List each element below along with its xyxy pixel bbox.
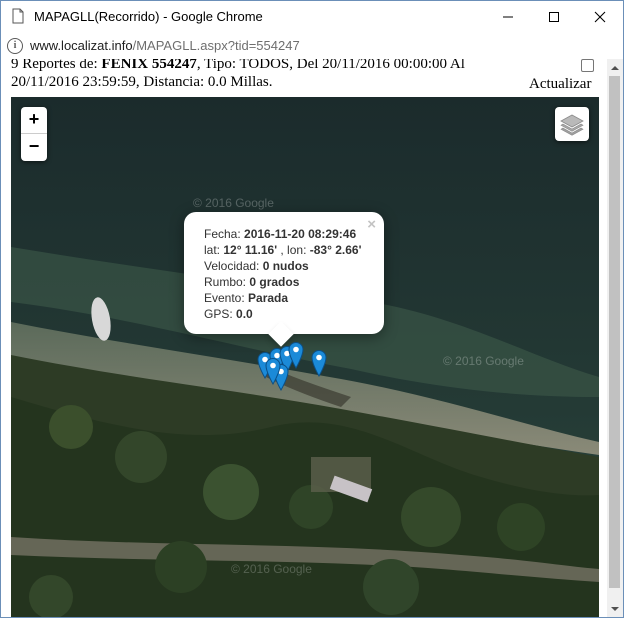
scrollbar-thumb[interactable] [609, 76, 620, 588]
lat-value: 12° 11.16' [223, 243, 278, 257]
map-watermark: © 2016 Google [443, 354, 524, 368]
evento-value: Parada [248, 291, 289, 305]
popup-rumbo: Rumbo: 0 grados [204, 274, 361, 290]
location-popup: × Fecha: 2016-11-20 08:29:46 lat: 12° 11… [184, 212, 384, 347]
maximize-button[interactable] [531, 1, 577, 33]
scroll-up-arrow-icon [611, 65, 619, 70]
report-summary: 9 Reportes de: FENIX 554247, Tipo: TODOS… [11, 59, 516, 91]
browser-window: MAPAGLL(Recorrido) - Google Chrome i www… [0, 0, 624, 618]
popup-evento: Evento: Parada [204, 290, 361, 306]
map-watermark: © 2016 Google [193, 196, 274, 210]
zoom-in-button[interactable]: + [21, 107, 47, 134]
popup-content: Fecha: 2016-11-20 08:29:46 lat: 12° 11.1… [204, 226, 361, 322]
popup-gps: GPS: 0.0 [204, 306, 361, 322]
evento-label: Evento: [204, 291, 249, 305]
minimize-icon [503, 16, 513, 18]
satellite-imagery: © 2016 Google © 2016 Google © 2016 Googl… [11, 97, 599, 617]
location-marker-icon[interactable] [265, 357, 281, 385]
lon-value: -83° 2.66' [309, 243, 362, 257]
scroll-up-button[interactable] [607, 59, 623, 76]
vertical-scrollbar[interactable] [607, 59, 623, 617]
url-path: /MAPAGLL.aspx?tid=554247 [132, 38, 300, 53]
popup-fecha: Fecha: 2016-11-20 08:29:46 [204, 226, 361, 242]
rumbo-value: 0 grados [249, 275, 300, 289]
lat-label: lat: [204, 243, 224, 257]
close-icon [594, 11, 606, 23]
window-title: MAPAGLL(Recorrido) - Google Chrome [34, 9, 263, 24]
velocidad-value: 0 nudos [262, 259, 309, 273]
close-button[interactable] [577, 1, 623, 33]
scroll-down-button[interactable] [607, 600, 623, 617]
location-marker-icon[interactable] [311, 349, 327, 377]
fecha-value: 2016-11-20 08:29:46 [244, 227, 357, 241]
map-watermark: © 2016 Google [231, 562, 312, 576]
zoom-out-button[interactable]: − [21, 134, 47, 160]
actualizar-checkbox[interactable] [581, 59, 594, 72]
layers-button[interactable] [555, 107, 589, 141]
report-prefix: 9 Reportes de: [11, 59, 102, 72]
address-bar[interactable]: i www.localizat.info/MAPAGLL.aspx?tid=55… [1, 33, 623, 60]
zoom-control: + − [21, 107, 47, 161]
maximize-icon [549, 12, 559, 22]
location-marker-icon[interactable] [288, 341, 304, 369]
info-icon[interactable]: i [7, 38, 23, 54]
popup-close-button[interactable]: × [367, 216, 376, 233]
popup-velocidad: Velocidad: 0 nudos [204, 258, 361, 274]
gps-label: GPS: [204, 307, 237, 321]
url-domain: www.localizat.info [30, 38, 133, 53]
layers-icon [560, 114, 584, 136]
popup-coordinates: lat: 12° 11.16' , lon: -83° 2.66' [204, 242, 361, 258]
velocidad-label: Velocidad: [204, 259, 263, 273]
lon-label: , lon: [277, 243, 310, 257]
rumbo-label: Rumbo: [204, 275, 250, 289]
url-text[interactable]: www.localizat.info/MAPAGLL.aspx?tid=5542… [30, 38, 300, 53]
title-bar[interactable]: MAPAGLL(Recorrido) - Google Chrome [1, 1, 623, 33]
satellite-map[interactable]: © 2016 Google © 2016 Google © 2016 Googl… [11, 97, 599, 617]
page-document-icon [12, 8, 24, 24]
fecha-label: Fecha: [204, 227, 245, 241]
gps-value: 0.0 [236, 307, 253, 321]
actualizar-label: Actualizar [529, 76, 592, 92]
report-device: FENIX 554247 [101, 59, 197, 72]
page-content: 9 Reportes de: FENIX 554247, Tipo: TODOS… [1, 59, 607, 617]
scroll-down-arrow-icon [611, 606, 619, 611]
minimize-button[interactable] [485, 1, 531, 33]
